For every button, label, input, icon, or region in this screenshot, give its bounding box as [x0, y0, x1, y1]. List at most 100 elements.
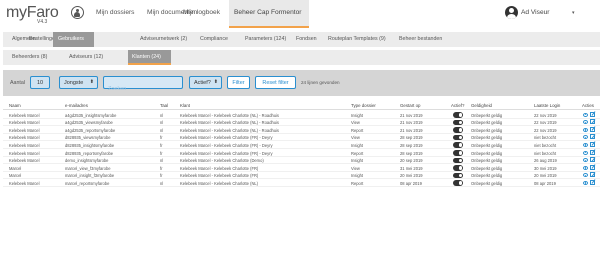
eye-icon[interactable] — [583, 120, 588, 125]
tab-adviseurnetwerk[interactable]: Adviseurnetwerk (2) — [140, 36, 187, 42]
col-gestart-op[interactable]: Gestart op — [400, 103, 421, 108]
cell-laatste-login: 08 apr 2019 — [534, 180, 556, 186]
count-select-value: 10 — [37, 80, 44, 86]
cell-taal: nl — [160, 112, 164, 118]
cell-taal: nl — [160, 180, 164, 186]
tab-fondsen[interactable]: Fondsen — [296, 36, 317, 42]
cell-klant: Kelebeek Marcel - Kelebeek Charlotte (FR… — [180, 142, 273, 148]
col-klant[interactable]: Klant — [180, 103, 190, 108]
cell-gestart-op: 21 nov 2019 — [400, 127, 423, 133]
col-email[interactable]: e-mailadres — [65, 103, 88, 108]
active-toggle[interactable] — [453, 112, 463, 118]
count-select[interactable]: 10 — [30, 76, 50, 89]
edit-icon[interactable] — [590, 134, 595, 140]
tab-routeplan-templates[interactable]: Routeplan Templates (9) — [328, 36, 386, 42]
col-taal[interactable]: Taal — [160, 103, 168, 108]
edit-icon[interactable] — [590, 141, 595, 147]
edit-icon[interactable] — [590, 157, 595, 163]
active-toggle[interactable] — [453, 127, 463, 133]
status-select[interactable]: Actief? ⬍ — [189, 76, 222, 89]
eye-icon[interactable] — [583, 150, 588, 155]
cell-naam: Kelebeek Marcel — [9, 142, 40, 148]
cell-klant: Kelebeek Marcel - Kelebeek Charlotte (NL… — [180, 112, 279, 118]
cell-gestart-op: 08 apr 2019 — [400, 180, 422, 186]
cell-laatste-login: 22 nov 2019 — [534, 112, 557, 118]
cell-type-dossier: View — [351, 120, 360, 126]
edit-icon[interactable] — [590, 119, 595, 125]
col-laatste-login[interactable]: Laatste Login — [534, 103, 560, 108]
tab-beheer-bestanden[interactable]: Beheer bestanden — [399, 36, 442, 42]
eye-icon[interactable] — [583, 127, 588, 132]
reset-filter-label: Reset filter — [262, 80, 289, 86]
edit-icon[interactable] — [590, 111, 595, 117]
edit-icon[interactable] — [590, 172, 595, 178]
edit-icon[interactable] — [590, 179, 595, 185]
search-input[interactable] — [104, 83, 182, 95]
cell-gestart-op: 20 mei 2019 — [400, 173, 423, 179]
active-toggle[interactable] — [453, 172, 463, 179]
col-geldigheid[interactable]: Geldigheid — [471, 103, 492, 108]
nav-beheer[interactable]: Beheer Cap Formentor — [229, 0, 309, 28]
eye-icon[interactable] — [583, 158, 588, 163]
app-logo[interactable]: myFaro — [6, 4, 59, 22]
col-naam[interactable]: Naam — [9, 103, 21, 108]
cell-naam: Kelebeek Marcel — [9, 158, 40, 164]
cell-gestart-op: 28 sep 2019 — [400, 150, 423, 156]
filter-button-label: Filter — [232, 80, 245, 86]
active-toggle[interactable] — [453, 157, 463, 164]
table-row: Kelebeek Marcel d828935_viewsmyfarobe fr Ke… — [3, 134, 600, 142]
active-toggle[interactable] — [453, 180, 463, 186]
cell-email: a4gd2535_reportsmyfarobe — [65, 127, 116, 133]
col-acties: Acties — [582, 103, 594, 108]
cell-email: a4gd2535_insightsmyfarobe — [65, 112, 117, 118]
active-toggle[interactable] — [453, 150, 463, 156]
cell-email: d828935_insightsmyfarobe — [65, 142, 115, 148]
cell-gestart-op: 20 sep 2019 — [400, 158, 423, 164]
tab-beheerders[interactable]: Beheerders (8) — [12, 54, 47, 60]
cell-naam: Kelebeek Marcel — [9, 150, 40, 156]
edit-icon[interactable] — [590, 149, 595, 155]
col-type-dossier[interactable]: Type dossier — [351, 103, 376, 108]
table-row: Kelebeek Marcel d828935_reportsmyfarobe fr… — [3, 149, 600, 157]
eye-icon[interactable] — [583, 180, 588, 185]
nav-mijn-logboek[interactable]: Mijn logboek — [183, 9, 220, 16]
edit-icon[interactable] — [590, 164, 595, 170]
active-toggle[interactable] — [453, 119, 463, 126]
reset-filter-button[interactable]: Reset filter — [255, 76, 296, 89]
cell-taal: fr — [160, 165, 163, 171]
cell-email: d828935_reportsmyfarobe — [65, 150, 114, 156]
tab-parameters[interactable]: Parameters (124) — [245, 36, 286, 42]
cell-geldigheid: Onbeperkt geldig — [471, 112, 503, 118]
tab-klanten[interactable]: Klanten (24) — [128, 50, 171, 65]
table-row: Kelebeek Marcel marcel_reportsmyfarobe nl K… — [3, 179, 600, 187]
top-navbar: myFaro V4.3 Mijn dossiers Mijn documente… — [0, 0, 605, 28]
nav-mijn-dossiers[interactable]: Mijn dossiers — [96, 9, 134, 16]
tab-gebruikers[interactable]: Gebruikers — [53, 32, 94, 47]
col-actief[interactable]: Actief? — [451, 103, 464, 108]
cell-type-dossier: Insight — [351, 173, 364, 179]
cell-email: demo_insightsmyfarobe — [65, 158, 109, 164]
app-version: V4.3 — [37, 19, 48, 25]
eye-icon[interactable] — [583, 112, 588, 117]
cell-naam: Kelebeek Marcel — [9, 120, 40, 126]
eye-icon[interactable] — [583, 165, 588, 170]
cell-geldigheid: Onbeperkt geldig — [471, 135, 503, 141]
cell-taal: fr — [160, 142, 163, 148]
cell-gestart-op: 21 nov 2019 — [400, 120, 423, 126]
tab-adviseurs[interactable]: Adviseurs (12) — [69, 54, 103, 60]
active-toggle[interactable] — [453, 165, 463, 171]
cell-type-dossier: Insight — [351, 142, 364, 148]
cell-taal: nl — [160, 158, 164, 164]
filter-button[interactable]: Filter — [227, 76, 250, 89]
cell-type-dossier: View — [351, 135, 360, 141]
eye-icon[interactable] — [583, 135, 588, 140]
eye-icon[interactable] — [583, 142, 588, 147]
cell-type-dossier: Insight — [351, 112, 364, 118]
tab-compliance[interactable]: Compliance — [200, 36, 228, 42]
cell-laatste-login: niet bezocht — [534, 142, 557, 148]
eye-icon[interactable] — [583, 173, 588, 178]
active-toggle[interactable] — [453, 134, 463, 141]
edit-icon[interactable] — [590, 126, 595, 132]
active-toggle[interactable] — [453, 142, 463, 148]
sort-select[interactable]: Jongste ⬍ — [59, 76, 98, 89]
